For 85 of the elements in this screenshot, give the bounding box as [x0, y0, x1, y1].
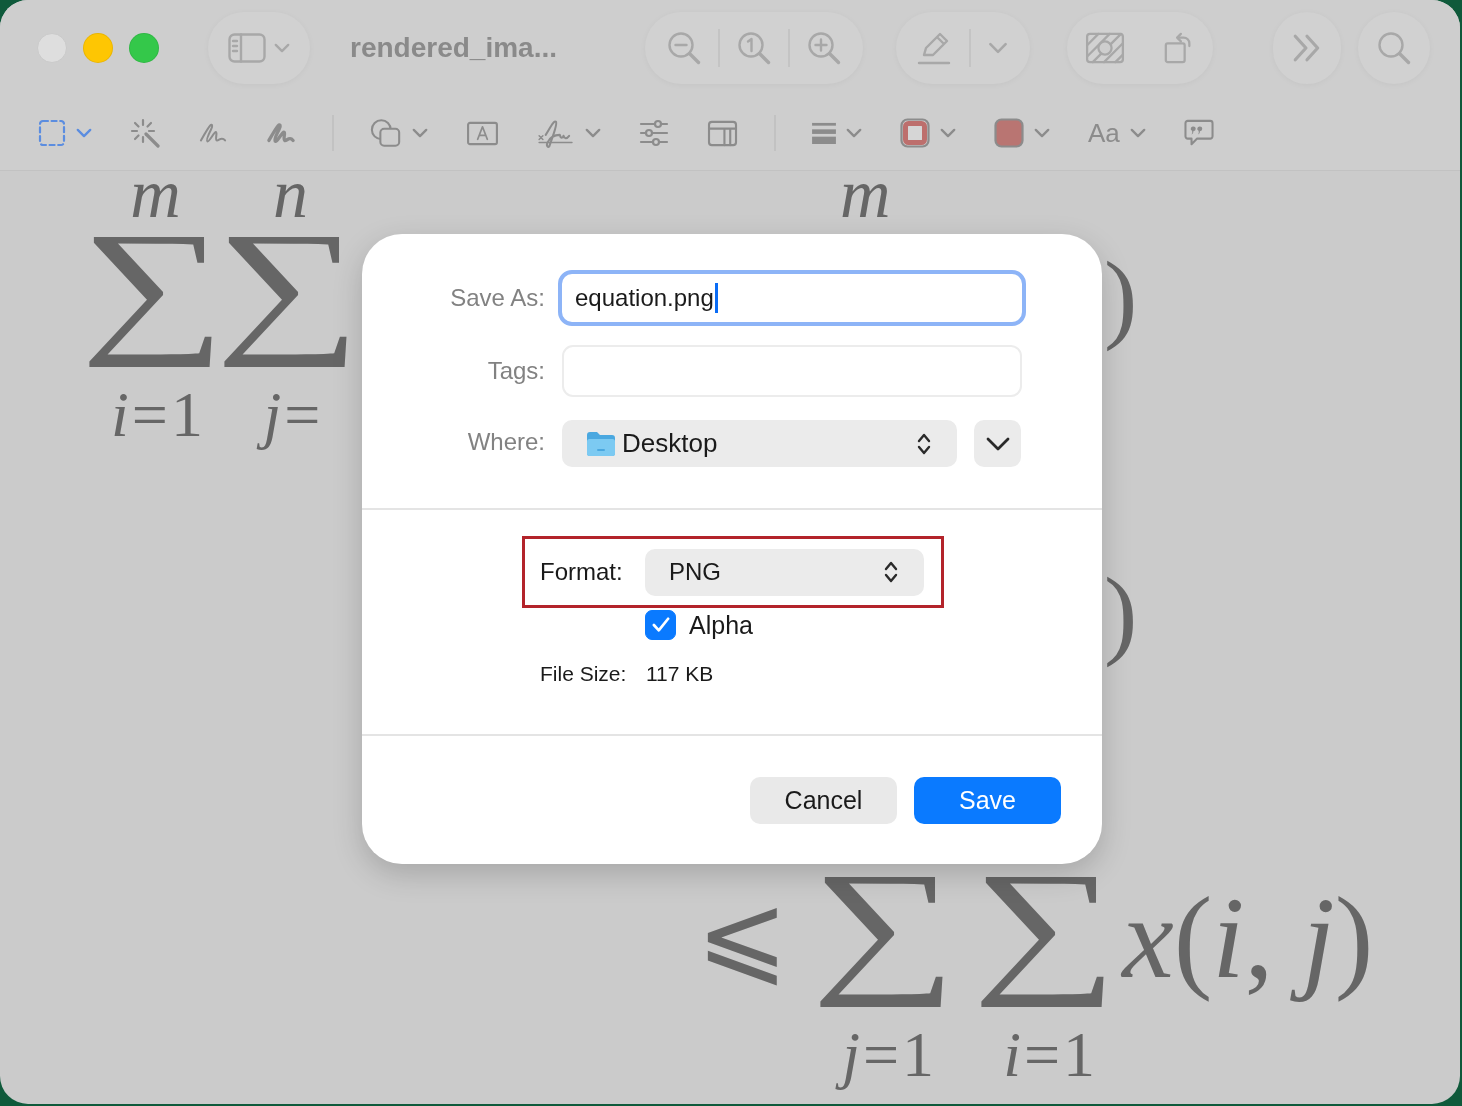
chevron-down-icon: [1034, 128, 1050, 138]
summation-sign: ∑: [819, 872, 954, 1009]
checkbox-label: Alpha: [689, 610, 753, 640]
sliders-icon: [639, 119, 669, 147]
chevron-down-icon: [940, 128, 956, 138]
shapes-button[interactable]: [370, 118, 428, 148]
upper-limit: m: [840, 169, 891, 218]
actual-size-icon: [737, 31, 771, 65]
minimize-button[interactable]: [83, 33, 113, 63]
actual-size-button[interactable]: [737, 31, 771, 65]
sidebar-button[interactable]: [228, 33, 290, 63]
markup-button[interactable]: [916, 30, 952, 66]
text-box-button[interactable]: [466, 120, 499, 146]
adjust-image-button[interactable]: [1085, 32, 1125, 64]
instant-alpha-button[interactable]: [130, 118, 160, 148]
upper-limit: n: [273, 169, 308, 218]
summation-sign: ∑: [223, 232, 358, 369]
chevron-down-icon: [846, 128, 862, 138]
field-label: Save As:: [449, 284, 545, 312]
summand-term: x(i, j): [1120, 873, 1375, 1004]
field-label: Tags:: [486, 357, 545, 385]
summation-sign: ∑: [88, 232, 223, 369]
search-button[interactable]: [1377, 31, 1411, 65]
dashed-selection-icon: [38, 119, 66, 147]
search-icon: [1377, 31, 1411, 65]
border-color-button[interactable]: [900, 118, 956, 148]
upper-limit: m: [130, 169, 181, 218]
relation-symbol: ⩽: [696, 869, 789, 1000]
expand-button[interactable]: [974, 420, 1021, 467]
selection-tool-button[interactable]: [38, 119, 92, 147]
image-adjust-icon: [1085, 32, 1125, 64]
file-size-label: File Size:: [540, 662, 628, 686]
layout-button[interactable]: [707, 119, 738, 147]
chevron-down-icon: [985, 436, 1010, 451]
zoom-in-icon: [807, 31, 841, 65]
up-down-chevron-icon: [917, 431, 931, 456]
checkmark-icon: [651, 617, 670, 633]
lower-limit: i=1: [110, 378, 206, 452]
annotation-button[interactable]: [1183, 119, 1214, 147]
draw-tool-button[interactable]: [266, 120, 296, 146]
shapes-icon: [370, 118, 402, 148]
format-label: Format:: [540, 558, 624, 586]
filename-field[interactable]: equation.png: [558, 270, 1026, 326]
filename-text: equation.png: [575, 284, 714, 312]
magic-wand-icon: [130, 118, 160, 148]
line-style-button[interactable]: [812, 122, 862, 144]
file-size-value: 117 KB: [646, 662, 714, 686]
text-cursor-icon: [714, 283, 718, 313]
lower-limit: i=1: [1002, 1018, 1099, 1092]
parenthesis: ): [1104, 556, 1138, 670]
location-popup[interactable]: Desktop: [562, 420, 957, 467]
sidebar-icon: [228, 33, 266, 63]
field-label: Where:: [466, 427, 545, 456]
markup-menu-button[interactable]: [988, 42, 1008, 54]
lower-limit: j=: [257, 375, 324, 455]
zoom-out-icon: [667, 31, 701, 65]
line-weights-icon: [812, 122, 836, 144]
parenthesis: ): [1104, 240, 1138, 354]
chevron-down-icon: [1129, 128, 1146, 138]
up-down-chevron-icon: [884, 560, 898, 584]
bold-scribble-icon: [266, 120, 296, 146]
format-popup[interactable]: PNG: [645, 548, 924, 596]
summation-sign: ∑: [980, 872, 1115, 1009]
chevron-down-icon: [76, 128, 92, 138]
text-box-icon: [466, 120, 499, 146]
layout-icon: [707, 119, 738, 147]
window-title: rendered_ima...: [350, 32, 558, 64]
signature-icon: [537, 118, 575, 148]
chevron-down-icon: [585, 128, 601, 138]
speech-bubble-icon: [1183, 119, 1214, 147]
chevron-down-icon: [412, 128, 428, 138]
adjust-color-button[interactable]: [639, 119, 669, 147]
lower-limit: j=1: [836, 1015, 938, 1095]
save-button[interactable]: Save: [914, 777, 1061, 824]
sign-button[interactable]: [537, 118, 601, 148]
zoom-out-button[interactable]: [667, 31, 701, 65]
zoom-button[interactable]: [129, 33, 159, 63]
checkbox[interactable]: [645, 610, 676, 640]
cancel-button[interactable]: Cancel: [750, 777, 897, 824]
chevron-down-icon: [274, 43, 290, 53]
fill-color-button[interactable]: [994, 118, 1050, 148]
zoom-in-button[interactable]: [807, 31, 841, 65]
chevron-down-icon: [988, 42, 1008, 54]
folder-icon: [586, 430, 616, 457]
pencil-icon: [916, 30, 952, 66]
